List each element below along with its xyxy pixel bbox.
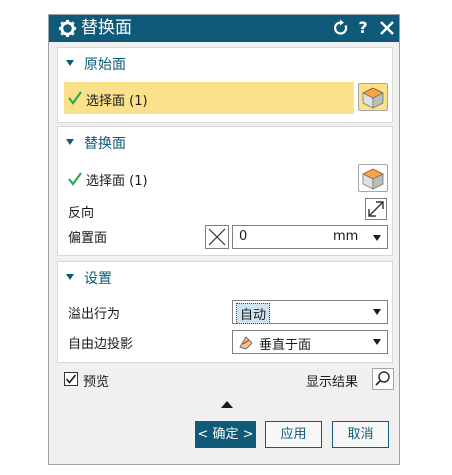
offset-label: 偏置面 bbox=[68, 231, 108, 246]
preview-checkbox[interactable] bbox=[64, 372, 78, 386]
chevron-down-icon[interactable] bbox=[373, 309, 381, 315]
selected-face-row[interactable]: 选择面 (1) bbox=[64, 82, 354, 114]
show-result-button[interactable] bbox=[372, 368, 394, 390]
apply-button[interactable]: 应用 bbox=[265, 421, 322, 448]
reverse-arrows-icon bbox=[368, 201, 384, 217]
close-icon[interactable] bbox=[378, 19, 396, 37]
diagonal-cross-icon bbox=[208, 228, 226, 246]
overflow-behavior-label: 溢出行为 bbox=[68, 307, 121, 322]
select-replacement-face-button[interactable] bbox=[358, 164, 388, 192]
preview-label: 预览 bbox=[83, 375, 110, 390]
offset-input[interactable]: 0 mm bbox=[232, 225, 388, 249]
show-result-label: 显示结果 bbox=[306, 375, 359, 390]
overflow-behavior-value: 自动 bbox=[236, 303, 271, 324]
ok-button[interactable]: < 确定 > bbox=[195, 421, 256, 448]
chevron-down-icon[interactable] bbox=[373, 339, 381, 345]
free-edge-projection-select[interactable]: 垂直于面 bbox=[232, 330, 388, 354]
offset-unit: mm bbox=[333, 229, 359, 244]
title-bar[interactable]: 替换面 ? bbox=[49, 15, 399, 42]
collapse-triangle-icon bbox=[66, 274, 74, 280]
collapse-triangle-icon bbox=[66, 139, 74, 145]
section-title: 设置 bbox=[84, 271, 112, 287]
select-face-label: 选择面 (1) bbox=[86, 94, 148, 109]
face-cube-icon bbox=[362, 87, 384, 109]
chevron-down-icon[interactable] bbox=[373, 235, 381, 241]
projection-icon bbox=[239, 336, 253, 350]
face-cube-icon bbox=[362, 168, 384, 190]
original-face-section: 原始面 选择面 (1) bbox=[57, 47, 393, 123]
reverse-label: 反向 bbox=[68, 206, 95, 221]
select-face-label: 选择面 (1) bbox=[86, 174, 148, 189]
gear-icon bbox=[58, 19, 77, 38]
cancel-button[interactable]: 取消 bbox=[332, 421, 389, 448]
checkmark-icon bbox=[65, 374, 77, 384]
offset-formula-button[interactable] bbox=[205, 225, 229, 249]
section-title: 原始面 bbox=[84, 57, 126, 73]
replace-face-dialog: 替换面 ? 原始面 选择面 (1) 替换面 选择面 (1) 反向 偏置面 0 m… bbox=[48, 14, 400, 465]
magnifier-icon bbox=[375, 371, 390, 386]
collapse-triangle-icon bbox=[66, 60, 74, 66]
dialog-title: 替换面 bbox=[81, 18, 132, 38]
checkmark-icon bbox=[68, 172, 82, 186]
replace-face-section: 替换面 选择面 (1) 反向 偏置面 0 mm bbox=[57, 126, 393, 256]
select-face-button[interactable] bbox=[358, 83, 388, 111]
section-title: 替换面 bbox=[84, 136, 126, 152]
help-button[interactable]: ? bbox=[354, 19, 372, 37]
collapse-dialog-arrow-icon[interactable] bbox=[221, 401, 233, 408]
free-edge-projection-value: 垂直于面 bbox=[259, 338, 312, 353]
overflow-behavior-select[interactable]: 自动 bbox=[232, 300, 388, 324]
reset-icon[interactable] bbox=[332, 19, 350, 37]
free-edge-projection-label: 自由边投影 bbox=[68, 337, 134, 352]
checkmark-icon bbox=[68, 91, 82, 105]
reverse-direction-button[interactable] bbox=[365, 198, 387, 220]
settings-section: 设置 溢出行为 自动 自由边投影 垂直于面 bbox=[57, 261, 393, 363]
offset-value: 0 bbox=[239, 229, 248, 244]
